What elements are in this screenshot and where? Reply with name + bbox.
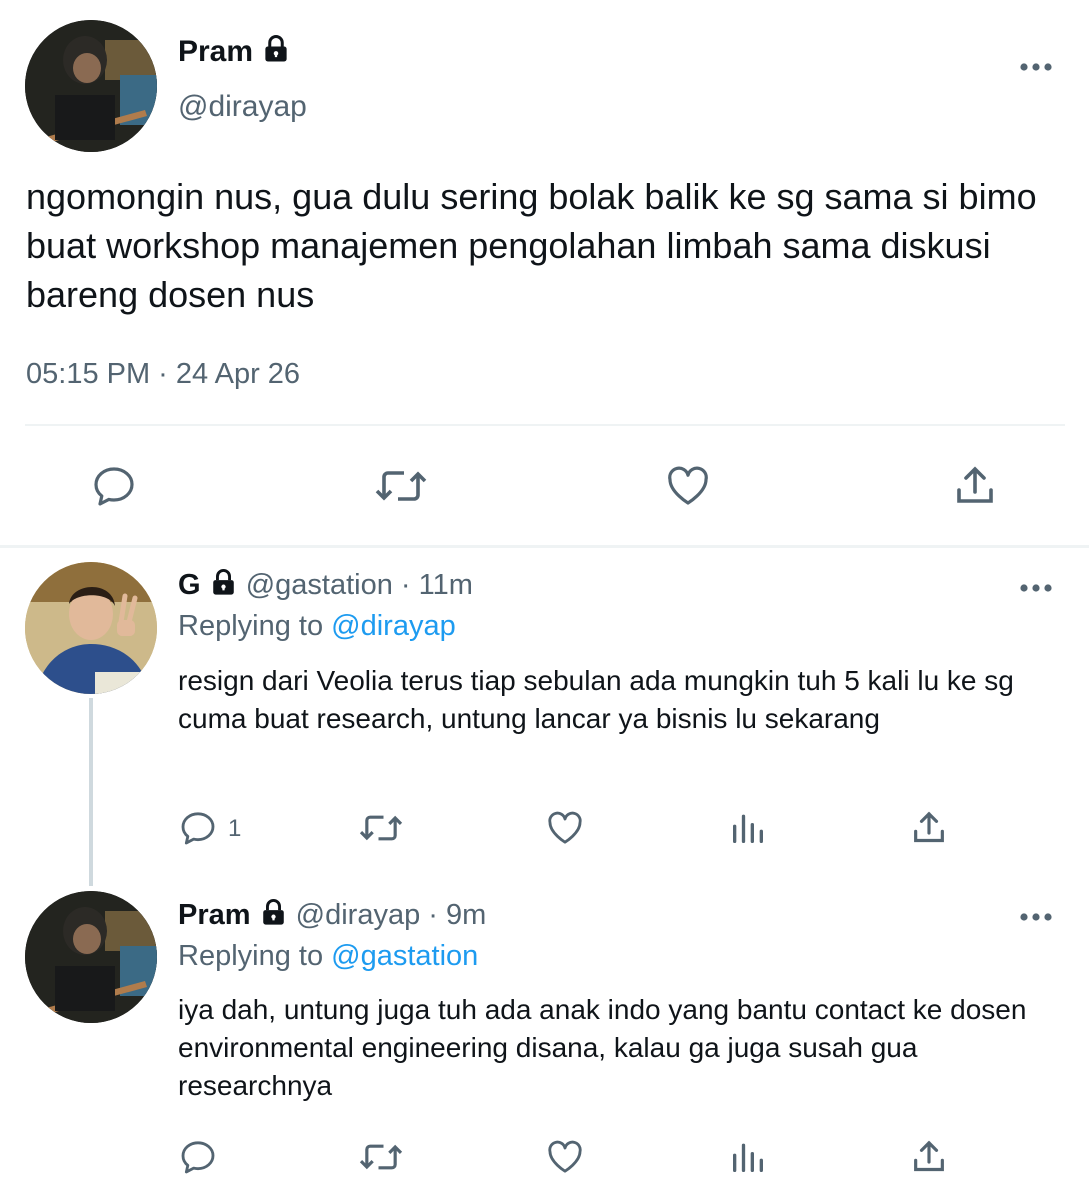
- replying-to: Replying to @gastation: [178, 940, 478, 973]
- replying-to-label: Replying to: [178, 940, 324, 972]
- more-options-icon[interactable]: [1019, 580, 1053, 592]
- retweet-icon[interactable]: [358, 808, 404, 848]
- share-icon[interactable]: [909, 808, 949, 848]
- replying-to-mention[interactable]: @dirayap: [331, 610, 456, 642]
- reply-author-handle[interactable]: @dirayap: [296, 899, 421, 931]
- like-icon[interactable]: [545, 808, 585, 848]
- author-name-text[interactable]: Pram: [178, 35, 253, 68]
- divider: [25, 424, 1065, 426]
- analytics-icon[interactable]: [728, 808, 768, 848]
- share-icon[interactable]: [951, 462, 999, 510]
- reply-time[interactable]: 11m: [419, 569, 473, 601]
- like-icon[interactable]: [545, 1137, 585, 1177]
- reply-icon[interactable]: [178, 808, 218, 848]
- reply-header: G @gastation · 11m: [178, 568, 473, 605]
- lock-icon: [261, 34, 291, 72]
- reply-count: 1: [228, 815, 242, 842]
- section-divider: [0, 545, 1089, 548]
- reply-author-handle[interactable]: @gastation: [246, 569, 393, 601]
- reply-time[interactable]: 9m: [446, 899, 486, 931]
- more-options-icon[interactable]: [1019, 909, 1053, 921]
- reply-icon[interactable]: [178, 1137, 218, 1177]
- avatar-pram[interactable]: [25, 891, 157, 1023]
- author-handle[interactable]: @dirayap: [178, 90, 307, 124]
- avatar-pram[interactable]: [25, 20, 157, 152]
- reply-icon[interactable]: [90, 462, 138, 510]
- analytics-icon[interactable]: [728, 1137, 768, 1177]
- tweet-timestamp[interactable]: 05:15 PM · 24 Apr 26: [26, 358, 300, 391]
- lock-icon: [209, 568, 238, 605]
- share-icon[interactable]: [909, 1137, 949, 1177]
- like-icon[interactable]: [664, 462, 712, 510]
- separator-dot: ·: [428, 899, 438, 932]
- reply-header: Pram @dirayap · 9m: [178, 898, 486, 935]
- author-name[interactable]: Pram: [178, 34, 291, 72]
- separator-dot: ·: [400, 569, 411, 602]
- more-options-icon[interactable]: [1019, 59, 1053, 71]
- avatar-g[interactable]: [25, 562, 157, 694]
- retweet-icon[interactable]: [374, 462, 428, 510]
- reply-author-name[interactable]: G: [178, 569, 201, 601]
- replying-to: Replying to @dirayap: [178, 610, 456, 643]
- reply-author-name[interactable]: Pram: [178, 899, 251, 931]
- retweet-icon[interactable]: [358, 1137, 404, 1177]
- reply-text: resign dari Veolia terus tiap sebulan ad…: [178, 665, 1014, 734]
- reply-text: iya dah, untung juga tuh ada anak indo y…: [178, 994, 1027, 1101]
- replying-to-mention[interactable]: @gastation: [331, 940, 478, 972]
- thread-line: [89, 698, 93, 886]
- lock-icon: [259, 898, 288, 935]
- tweet-text: ngomongin nus, gua dulu sering bolak bal…: [26, 176, 1037, 315]
- replying-to-label: Replying to: [178, 610, 324, 642]
